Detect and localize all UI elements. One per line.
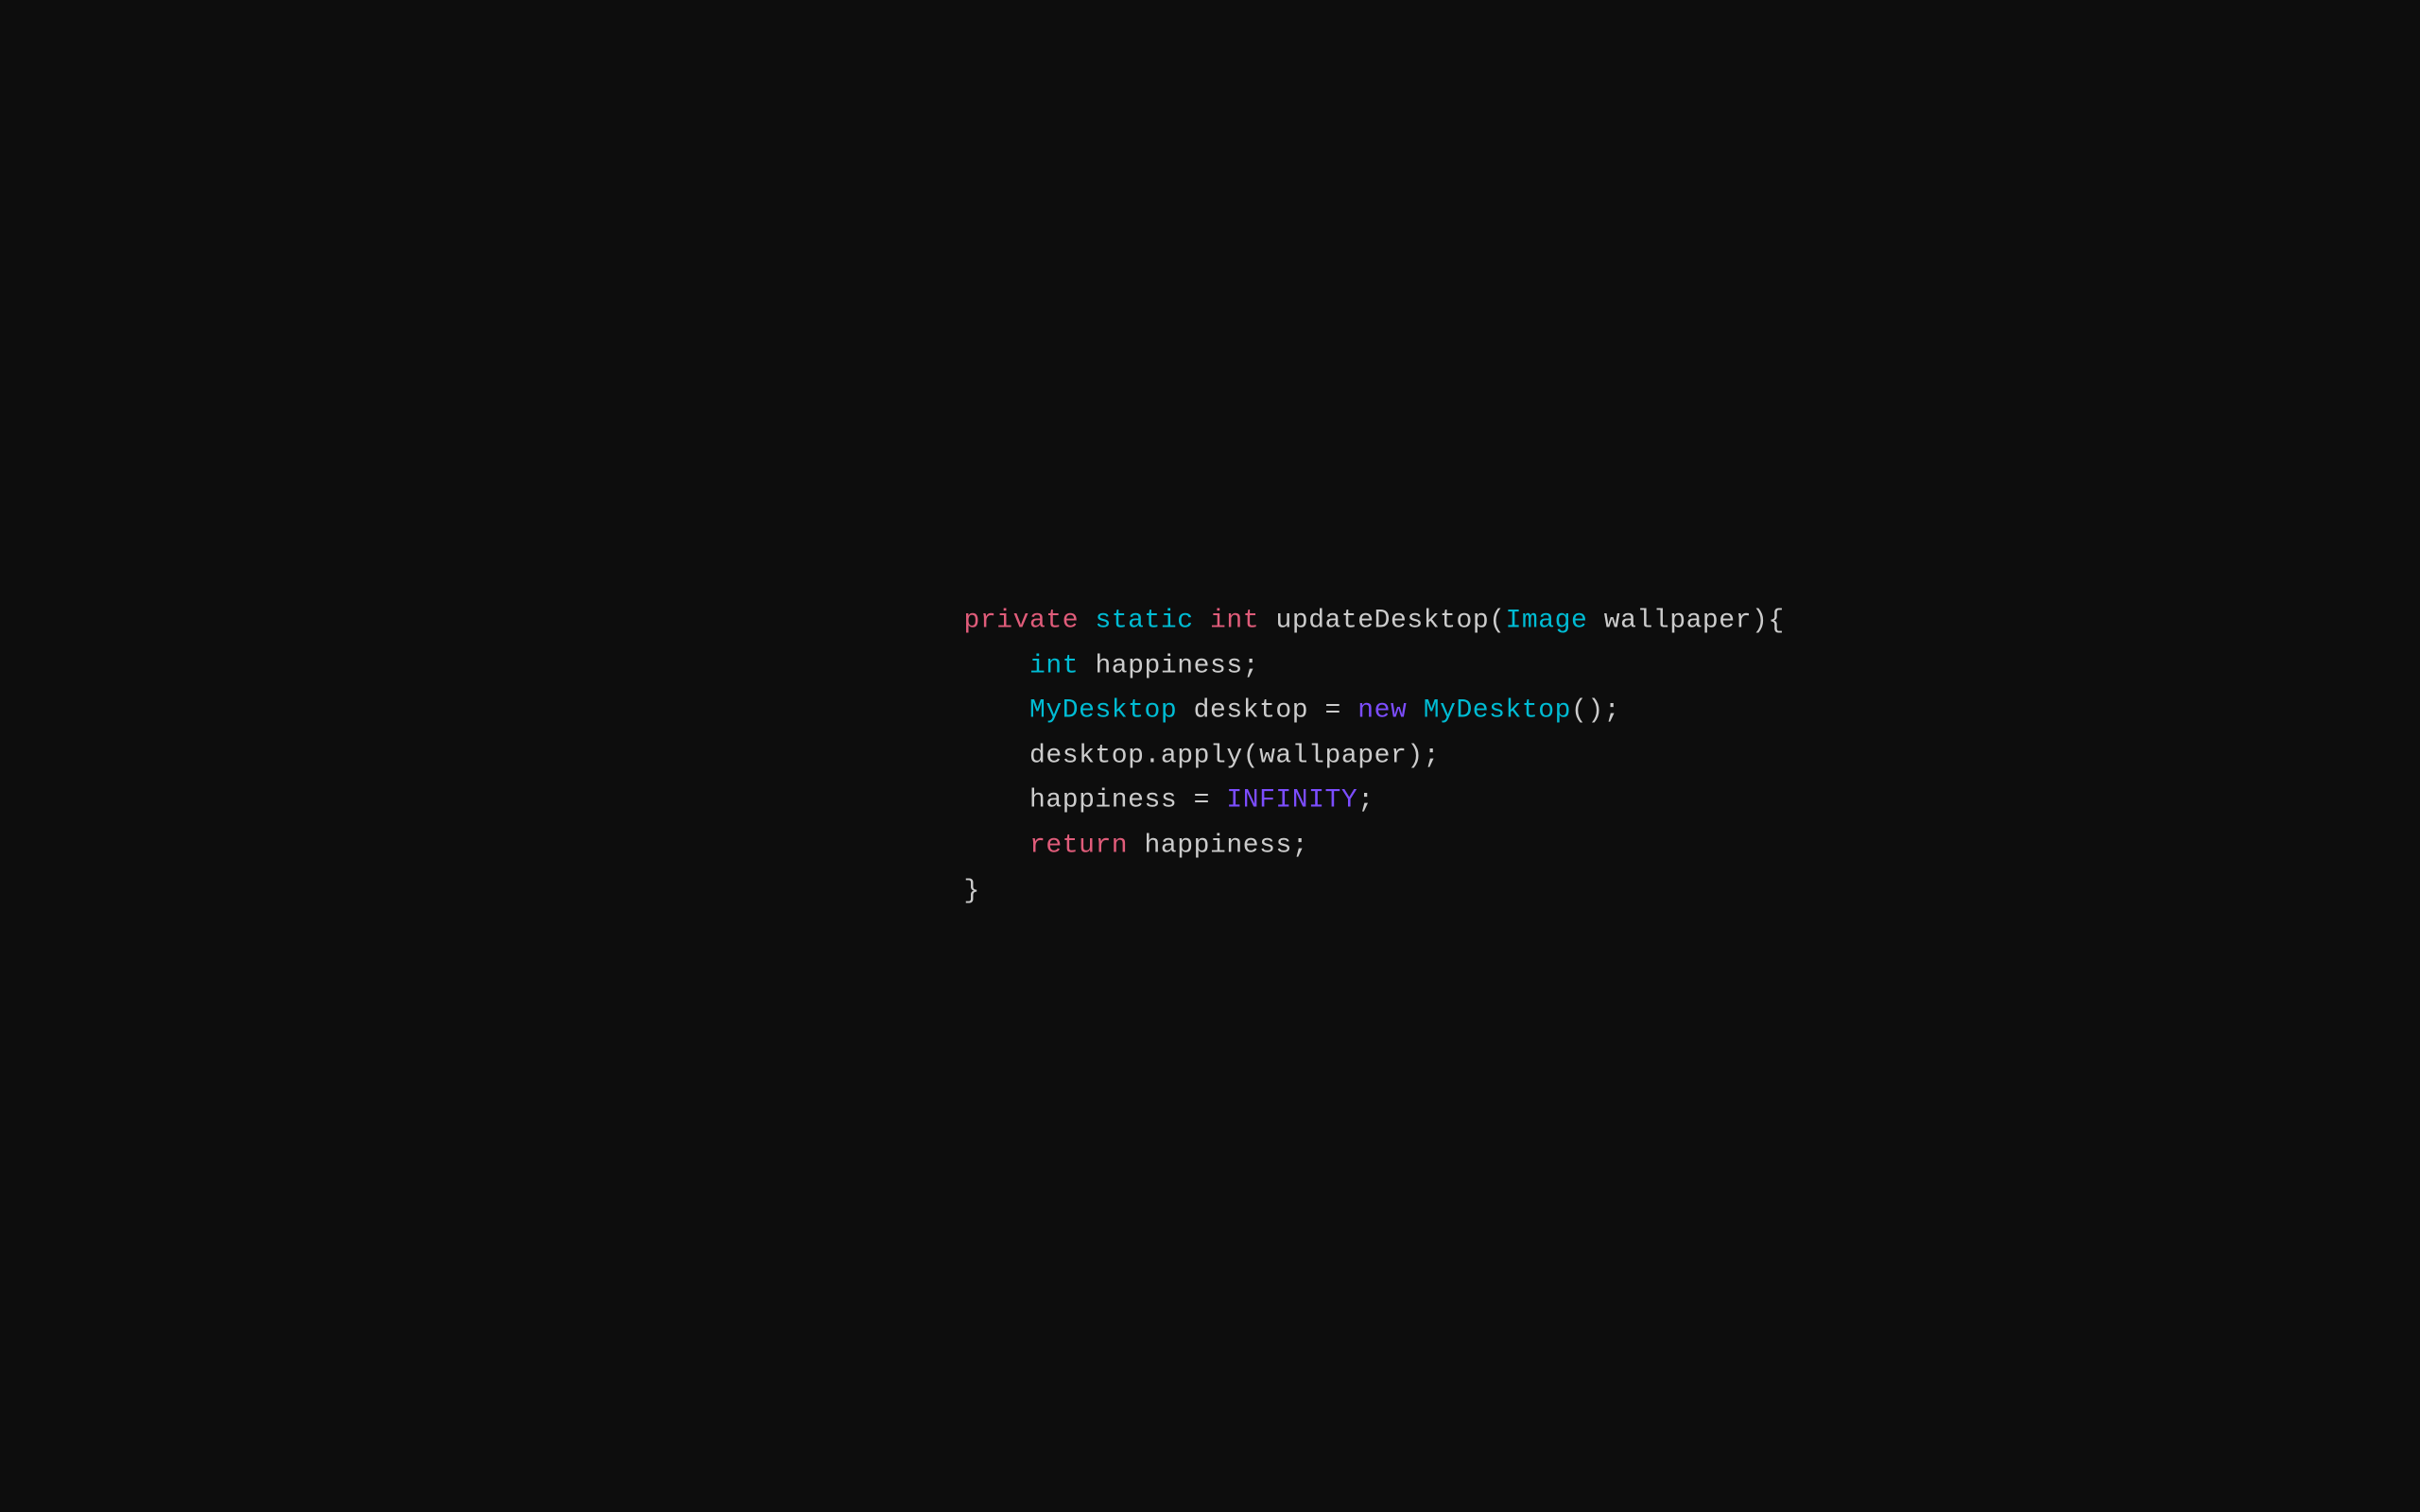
code-token: desktop = [1177, 696, 1357, 726]
code-line: return happiness; [964, 823, 1785, 868]
code-block: private static int updateDesktop(Image w… [964, 598, 1785, 913]
code-token: happiness = [964, 786, 1227, 816]
code-token [964, 696, 1029, 726]
code-token: private [964, 606, 1080, 635]
code-token: (); [1571, 696, 1620, 726]
code-token [1194, 606, 1210, 635]
code-token: wallpaper){ [1587, 606, 1784, 635]
code-line: desktop.apply(wallpaper); [964, 733, 1785, 779]
code-token [1079, 606, 1095, 635]
code-token: return [1029, 831, 1128, 860]
code-token: int [1029, 651, 1079, 680]
code-line: int happiness; [964, 644, 1785, 689]
code-line: private static int updateDesktop(Image w… [964, 598, 1785, 644]
code-token: } [964, 876, 980, 905]
code-line: MyDesktop desktop = new MyDesktop(); [964, 689, 1785, 734]
code-token: MyDesktop [1424, 696, 1571, 726]
code-token: updateDesktop( [1259, 606, 1505, 635]
code-token: static [1095, 606, 1193, 635]
code-token: happiness; [1128, 831, 1308, 860]
code-token [964, 831, 1029, 860]
code-token: happiness; [1079, 651, 1259, 680]
code-token: ; [1357, 786, 1374, 816]
code-token [1407, 696, 1423, 726]
code-token: MyDesktop [1029, 696, 1177, 726]
code-token [964, 651, 1029, 680]
code-token: int [1210, 606, 1259, 635]
code-token: desktop.apply(wallpaper); [964, 741, 1441, 770]
code-line: } [964, 868, 1785, 914]
code-token: new [1357, 696, 1407, 726]
code-line: happiness = INFINITY; [964, 779, 1785, 824]
code-token: Image [1506, 606, 1588, 635]
code-token: INFINITY [1226, 786, 1357, 816]
